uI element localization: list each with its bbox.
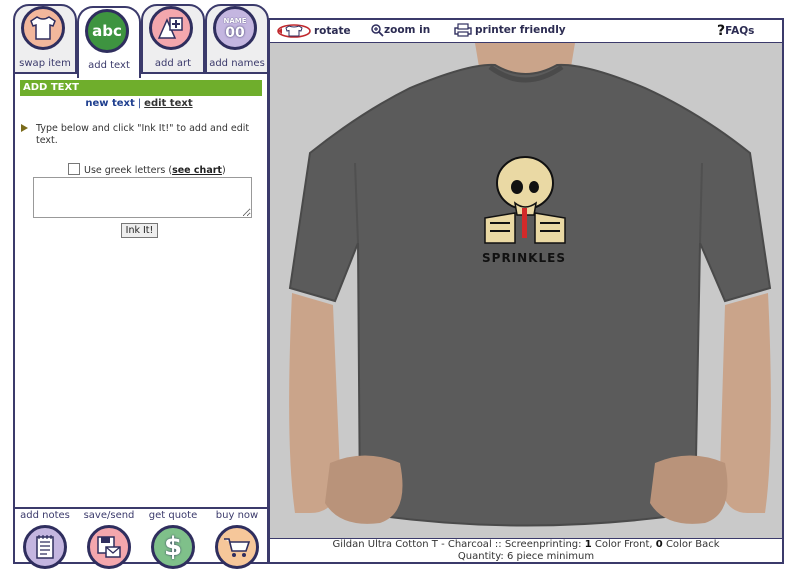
edit-text-link[interactable]: edit text [144,98,192,109]
name-icon-text: NAME [223,16,247,25]
see-chart-link[interactable]: see chart [172,165,222,176]
save-send-button[interactable]: save/send [77,507,141,569]
tab-add-names[interactable]: NAME 00 add names [205,4,269,74]
preview-toolbar: rotate zoom in printer friendly ? FAQs [270,20,782,42]
instructions: Type below and click "Ink It!" to add an… [21,123,253,147]
product-description: Gildan Ultra Cotton T - Charcoal :: Scre… [332,539,585,550]
tab-add-art[interactable]: add art [141,4,205,74]
front-color-count: 1 [584,539,592,550]
greek-letters-option: Use greek letters (see chart) [68,163,226,176]
save-send-label: save/send [83,510,135,521]
question-icon: ? [717,23,726,39]
front-color-label: Color Front, [591,539,656,550]
bottom-actions: add notes save/send get quote $ buy now [13,507,269,573]
ink-it-button[interactable]: Ink It! [121,223,158,238]
cart-icon [215,525,259,569]
quantity-line: Quantity: 6 piece minimum [457,551,595,562]
zoom-in-button[interactable]: zoom in [370,23,430,37]
get-quote-label: get quote [148,510,198,521]
printer-friendly-button[interactable]: printer friendly [454,23,566,37]
zoom-in-label: zoom in [384,24,431,36]
save-icon [87,525,131,569]
tshirt-icon [21,6,65,50]
name-numbers-icon: NAME 00 [213,6,257,50]
tab-swap-item[interactable]: swap item [13,4,77,74]
tab-label: swap item [19,58,71,69]
text-subnav: new text | edit text [13,98,265,109]
new-text-link[interactable]: new text [85,98,134,109]
back-color-count: 0 [655,539,663,550]
greek-letters-label: Use greek letters ( [84,165,173,176]
rotate-button[interactable]: rotate [276,23,351,39]
dollar-icon: $ [151,525,195,569]
printer-friendly-label: printer friendly [475,24,566,36]
tshirt-model-image: SPRINKLES [288,43,772,527]
product-preview[interactable]: SPRINKLES [270,42,782,538]
tab-label: add text [88,60,130,71]
tab-label: add names [209,58,265,69]
text-entry-field[interactable] [33,177,252,218]
product-summary-line1: Gildan Ultra Cotton T - Charcoal :: Scre… [270,539,782,551]
add-notes-button[interactable]: add notes [13,507,77,569]
buy-now-button[interactable]: buy now [205,507,269,569]
arrow-bullet-icon [21,124,28,132]
tab-label: add art [154,58,192,69]
faqs-link[interactable]: ? FAQs [717,23,754,39]
section-title: ADD TEXT [20,80,262,96]
design-logo-text: SPRINKLES [482,251,566,265]
number-icon-text: 00 [225,24,245,41]
subnav-separator: | [137,98,142,109]
get-quote-button[interactable]: get quote $ [141,507,205,569]
rotate-icon [277,24,311,38]
instructions-text: Type below and click "Ink It!" to add an… [36,123,250,146]
greek-letters-close: ) [221,165,226,176]
product-summary: Gildan Ultra Cotton T - Charcoal :: Scre… [270,538,782,563]
tab-add-text[interactable]: abc add text [77,6,141,78]
back-color-label: Color Back [662,539,720,550]
greek-letters-checkbox[interactable] [68,163,80,175]
zoom-icon [371,24,384,37]
printer-icon [454,23,472,37]
rotate-label: rotate [314,25,351,37]
add-notes-label: add notes [20,510,70,521]
add-art-icon [149,6,193,50]
faqs-label: FAQs [725,25,755,37]
notepad-icon [23,525,67,569]
buy-now-label: buy now [215,510,259,521]
abc-icon: abc [85,9,129,53]
abc-icon-text: abc [92,22,122,40]
tool-tabs: swap item abc add text add art NAME 00 a… [13,4,269,78]
